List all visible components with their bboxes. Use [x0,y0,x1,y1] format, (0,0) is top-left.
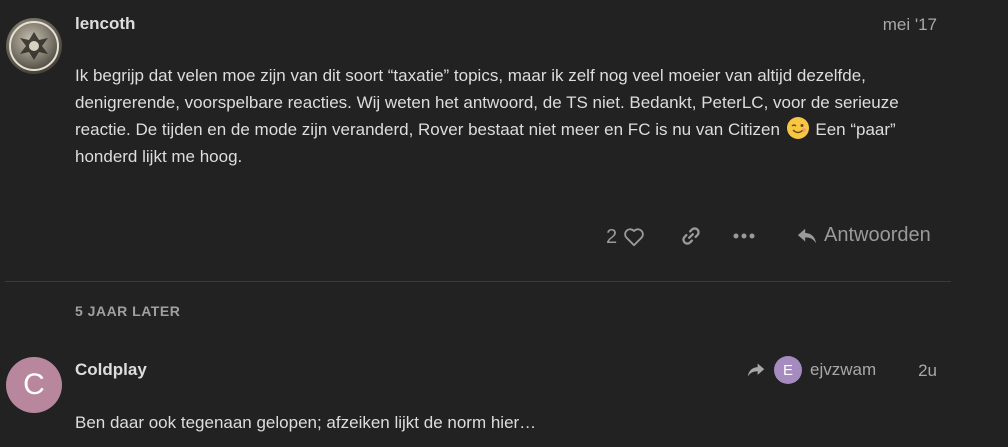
reply-icon [797,228,817,243]
post-date[interactable]: mei '17 [883,15,937,35]
post-username[interactable]: lencoth [75,14,135,34]
reply-to-avatar: E [774,356,802,384]
share-link-button[interactable] [680,225,702,247]
avatar-lencoth[interactable] [6,18,62,74]
reply-to-username: ejvzwam [810,360,877,379]
post-date[interactable]: 2u [918,361,937,381]
wink-emoji-icon [786,117,809,139]
more-icon [733,233,755,239]
reply-label: Antwoorden [824,224,931,246]
heart-icon [624,228,644,247]
avatar-coldplay[interactable]: C [6,357,62,413]
post-text: Ik begrijp dat velen moe zijn van dit so… [75,66,899,139]
reply-button[interactable]: Antwoorden [796,224,931,247]
reply-to-avatar-letter: E [782,361,793,379]
post-body: Ik begrijp dat velen moe zijn van dit so… [75,62,945,170]
post-username[interactable]: Coldplay [75,360,147,380]
post-divider [5,281,951,282]
more-actions-button[interactable] [733,226,755,246]
time-gap-label: 5 JAAR LATER [75,303,181,319]
like-count: 2 [606,225,618,248]
post-body: Ben daar ook tegenaan gelopen; afzeiken … [75,413,537,432]
post-actions: 2 [606,224,645,250]
link-icon [682,227,700,245]
reply-to-tab[interactable]: E ejvzwam [746,356,876,384]
reply-to-arrow-icon [747,363,765,377]
eagle-emblem-icon [9,21,59,71]
avatar-letter: C [23,368,45,401]
like-button[interactable]: 2 [606,226,645,249]
